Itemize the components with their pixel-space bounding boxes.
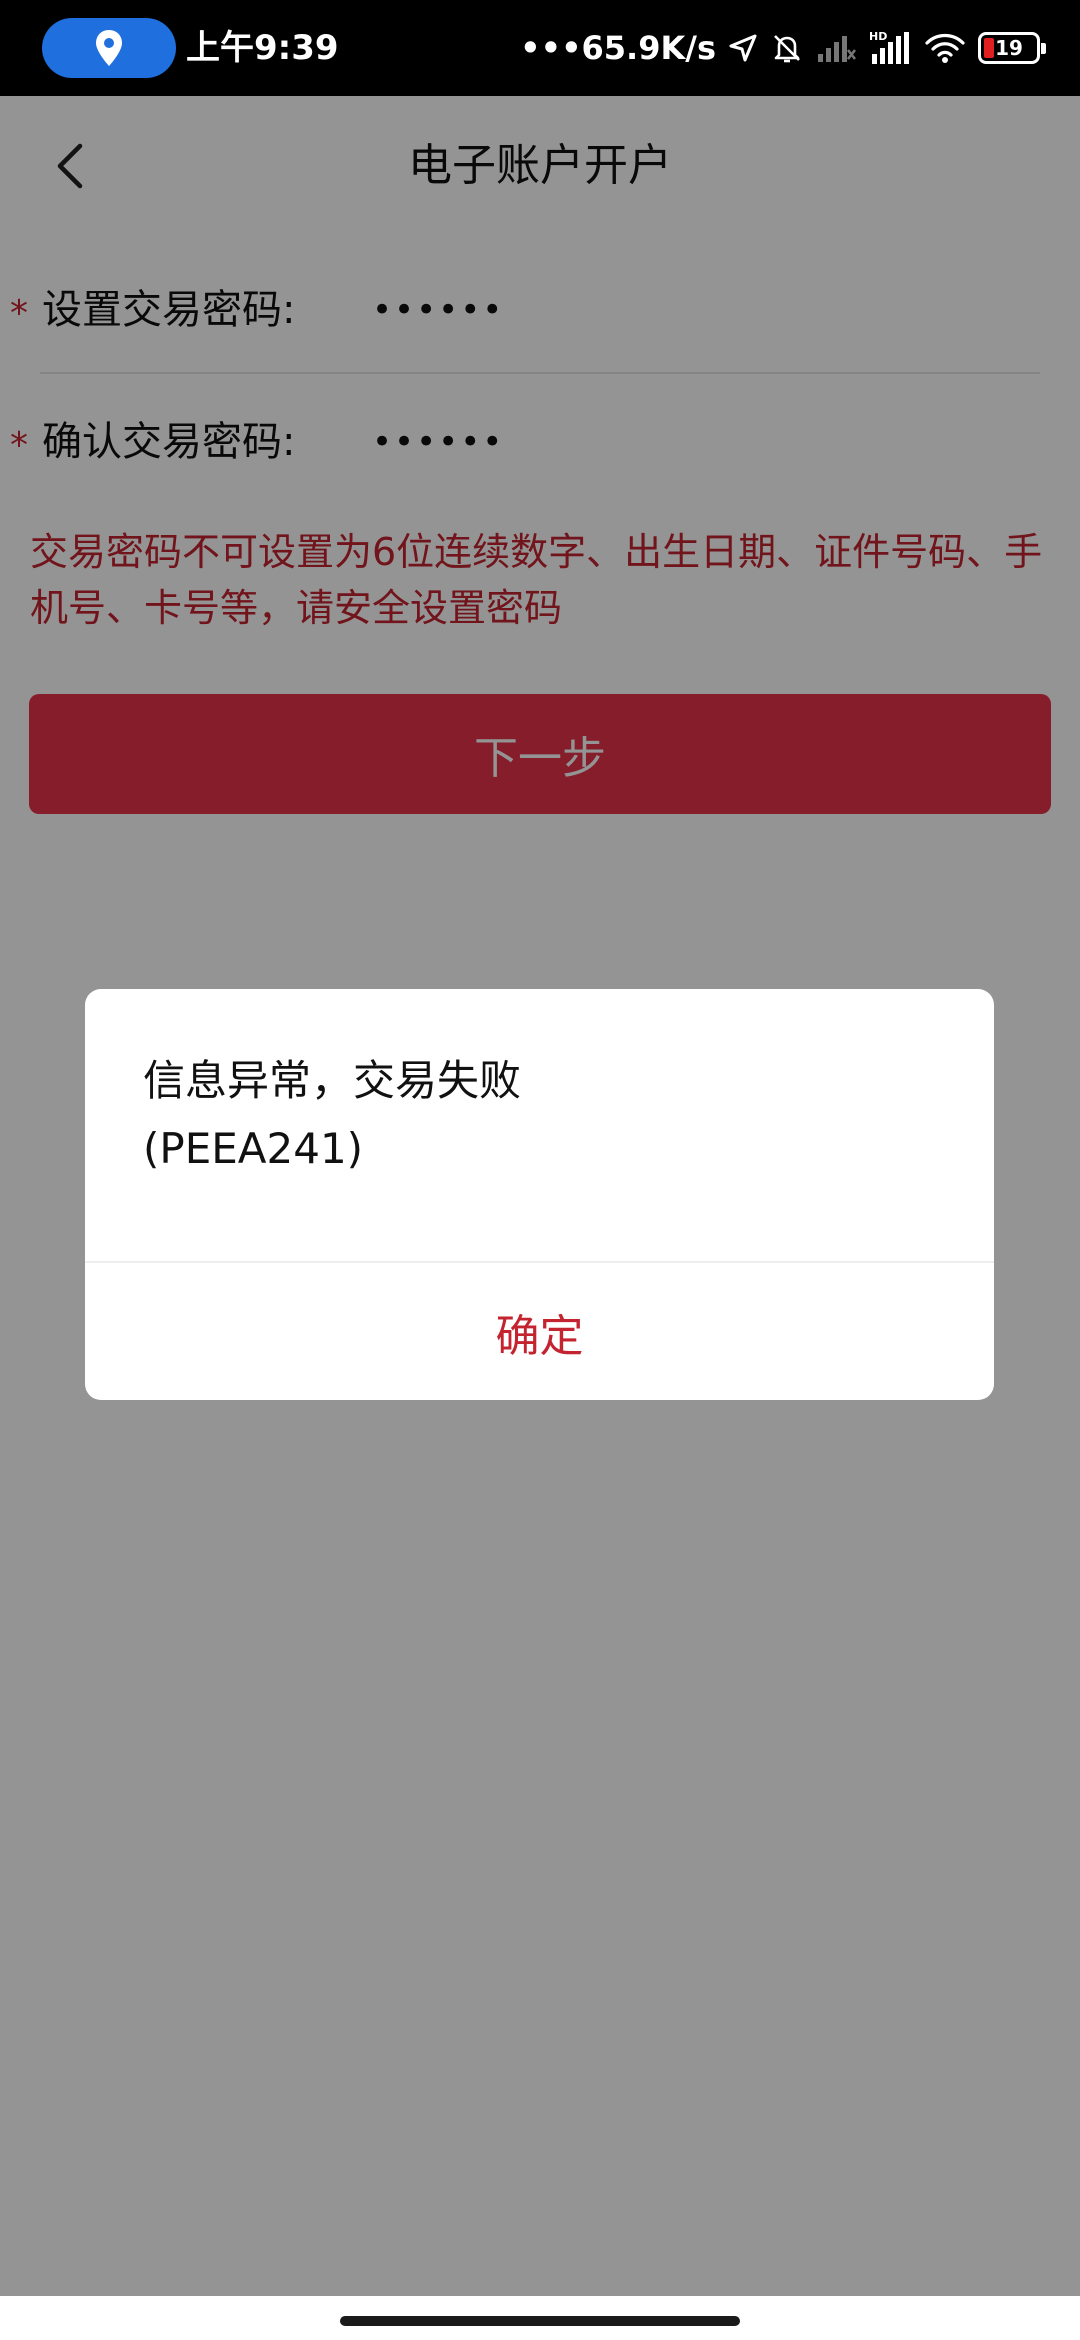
gesture-bar — [0, 2296, 1080, 2340]
navigation-arrow-icon — [729, 34, 757, 62]
network-speed: •••65.9K/s — [520, 29, 716, 67]
battery-level: 19 — [995, 36, 1023, 60]
dialog-error-code: (PEEA241) — [143, 1124, 364, 1173]
no-signal-icon — [818, 36, 856, 62]
network-speed-value: 65.9K/s — [581, 29, 716, 67]
location-icon — [96, 30, 122, 66]
status-icons: •••65.9K/s HD 19 — [520, 22, 1046, 74]
error-dialog: 信息异常，交易失败 (PEEA241) 确定 — [85, 989, 994, 1400]
dialog-message: 信息异常，交易失败 (PEEA241) — [143, 1047, 943, 1183]
mute-bell-icon — [774, 35, 800, 63]
status-time: 上午9:39 — [186, 28, 339, 68]
hd-signal-icon: HD — [869, 30, 909, 64]
more-dots: ••• — [520, 29, 582, 67]
confirm-button[interactable]: 确定 — [85, 1263, 994, 1400]
battery-icon: 19 — [978, 32, 1046, 64]
dialog-message-text: 信息异常，交易失败 — [143, 1056, 522, 1105]
home-indicator[interactable] — [340, 2316, 740, 2326]
location-indicator[interactable] — [42, 18, 176, 78]
status-bar: 上午9:39 •••65.9K/s HD 19 — [0, 0, 1080, 96]
svg-text:HD: HD — [869, 30, 887, 43]
wifi-icon — [925, 33, 965, 63]
